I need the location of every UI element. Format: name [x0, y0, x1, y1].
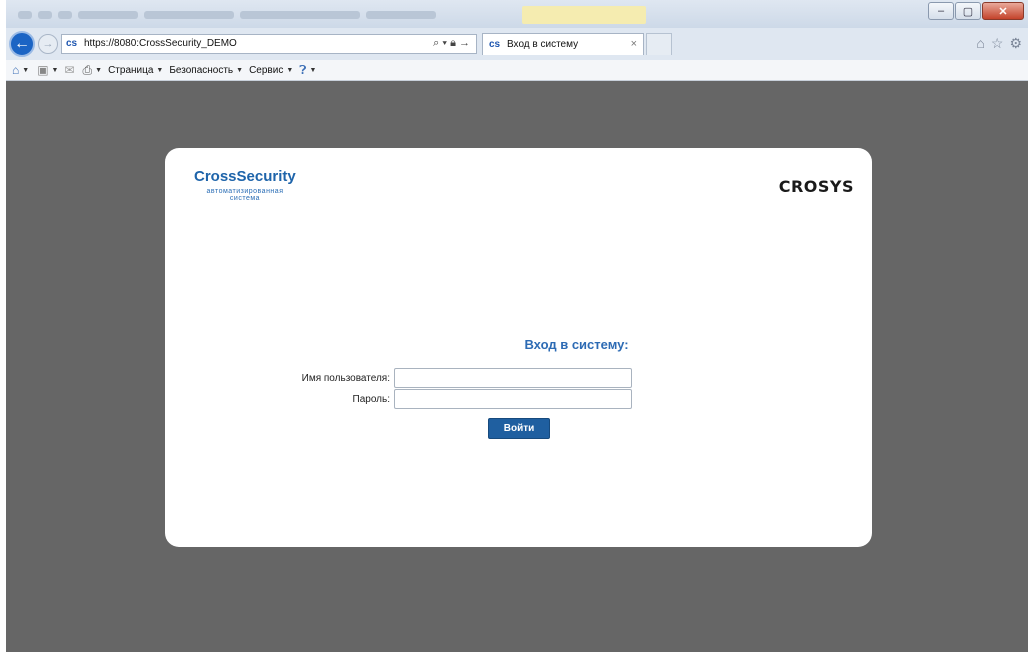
browser-window: – ▢ ✕ ← → ᴄs https://8080:CrossSecurity_… — [6, 0, 1028, 652]
crosys-logo: CROSYS — [778, 177, 854, 196]
feeds-menu[interactable]: ▣ ▼ — [37, 63, 58, 77]
title-bar-text-blurred — [18, 6, 518, 19]
site-icon: ᴄs — [489, 39, 501, 50]
address-row: ← → ᴄs https://8080:CrossSecurity_DEMO ⌕… — [6, 28, 1028, 60]
rss-icon: ▣ — [37, 63, 49, 77]
username-row: Имя пользователя: — [165, 368, 632, 388]
site-icon: ᴄs — [66, 38, 78, 49]
chevron-down-icon: ▼ — [156, 66, 164, 74]
tools-menu[interactable]: Сервис ▼ — [249, 65, 293, 76]
username-input[interactable] — [394, 368, 632, 388]
login-heading: Вход в систему: — [524, 337, 629, 352]
close-button[interactable]: ✕ — [982, 2, 1024, 20]
title-bar: – ▢ ✕ — [6, 0, 1028, 28]
brand-subtitle: автоматизированная система — [206, 188, 284, 202]
chevron-down-icon: ▼ — [51, 66, 59, 74]
help-icon: ❓︎ — [299, 62, 307, 77]
page-viewport: CrossSecurity автоматизированная система… — [6, 81, 1028, 652]
chevron-down-icon: ▼ — [309, 66, 317, 74]
help-menu[interactable]: ❓︎ ▼ — [299, 63, 316, 78]
window-controls: – ▢ ✕ — [928, 2, 1024, 20]
brand-title: CrossSecurity — [194, 168, 296, 185]
chevron-down-icon: ▼ — [286, 66, 294, 74]
tab-active[interactable]: ᴄs Вход в систему × — [482, 33, 644, 55]
address-bar-url[interactable]: https://8080:CrossSecurity_DEMO — [84, 38, 237, 49]
chevron-down-icon: ▼ — [95, 66, 103, 74]
tab-title: Вход в систему — [507, 39, 579, 50]
password-label: Пароль: — [352, 393, 390, 405]
password-row: Пароль: — [165, 389, 632, 409]
home-icon: ⌂ — [12, 63, 20, 77]
login-button[interactable]: Войти — [488, 418, 550, 439]
search-icon[interactable]: ⌕ — [433, 37, 439, 49]
address-bar[interactable]: ᴄs https://8080:CrossSecurity_DEMO ⌕ ▾ 🔒… — [61, 34, 477, 54]
password-input[interactable] — [394, 389, 632, 409]
gear-icon[interactable]: ⚙ — [1009, 35, 1022, 52]
mail-button[interactable]: ✉ — [64, 63, 74, 77]
page-menu[interactable]: Страница ▼ — [108, 65, 163, 76]
security-menu-label: Безопасность — [169, 64, 234, 76]
lock-icon[interactable]: 🔒︎ — [450, 37, 456, 49]
page-menu-label: Страница — [108, 64, 154, 76]
username-label: Имя пользователя: — [301, 372, 390, 384]
home-menu[interactable]: ⌂ ▼ — [12, 63, 29, 77]
chevron-down-icon: ▼ — [236, 66, 244, 74]
back-button[interactable]: ← — [9, 31, 35, 57]
mail-icon: ✉ — [64, 63, 75, 77]
chevron-down-icon: ▼ — [22, 66, 30, 74]
address-bar-controls: ⌕ ▾ 🔒︎ → — [433, 37, 470, 50]
new-tab-button[interactable] — [646, 33, 672, 55]
security-menu[interactable]: Безопасность ▼ — [169, 65, 243, 76]
favorites-star-icon[interactable]: ☆ — [991, 35, 1004, 52]
tab-close-icon[interactable]: × — [631, 38, 637, 50]
title-bar-highlight — [522, 6, 646, 24]
home-icon[interactable]: ⌂ — [976, 35, 984, 52]
arrow-right-icon: → — [42, 38, 54, 50]
print-menu[interactable]: ⎙ ▼ — [83, 63, 103, 78]
command-bar: ⌂ ▼ ▣ ▼ ✉ ⎙ ▼ Страница ▼ Безопасность ▼ Серви… — [6, 60, 1028, 81]
arrow-left-icon: ← — [14, 35, 30, 52]
maximize-button[interactable]: ▢ — [955, 2, 981, 20]
login-card: CrossSecurity автоматизированная система… — [165, 148, 872, 547]
dropdown-chevron-icon[interactable]: ▾ — [442, 37, 447, 49]
go-arrow-icon[interactable]: → — [459, 37, 470, 49]
printer-icon: ⎙ — [82, 62, 93, 77]
browser-right-icons: ⌂ ☆ ⚙ — [976, 35, 1022, 52]
forward-button[interactable]: → — [38, 34, 58, 54]
minimize-button[interactable]: – — [928, 2, 954, 20]
tools-menu-label: Сервис — [249, 64, 284, 76]
